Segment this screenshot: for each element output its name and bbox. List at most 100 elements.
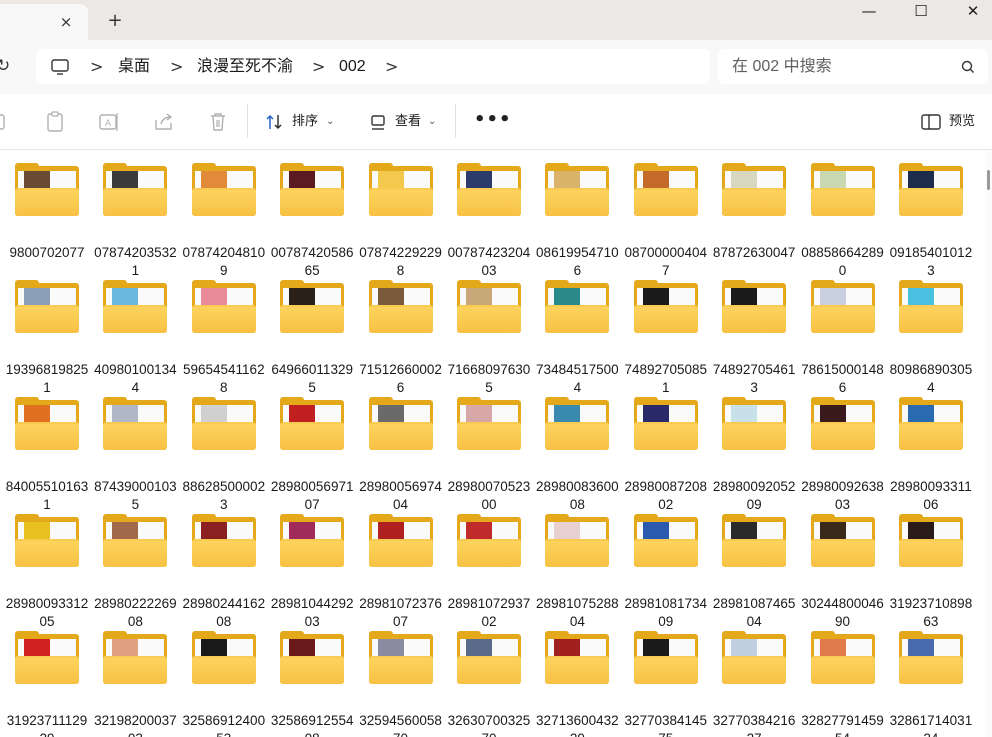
folder-item[interactable]: 2898008360008 (533, 397, 621, 515)
paste-icon[interactable] (44, 110, 66, 134)
folder-item[interactable]: 078742035321 (91, 163, 179, 281)
sort-button[interactable]: 排序 (292, 113, 318, 131)
tab-002[interactable]: × (0, 4, 88, 40)
refresh-icon[interactable]: ↻ (0, 54, 14, 78)
maximize-button[interactable]: ☐ (898, 0, 944, 32)
folder-item[interactable]: 2898009263803 (799, 397, 887, 515)
folder-name: 3258691240053 (182, 713, 266, 737)
folder-item[interactable]: 2898008720802 (622, 397, 710, 515)
folder-item[interactable]: 088586642890 (799, 163, 887, 281)
tab-close-icon[interactable]: × (58, 12, 74, 32)
folder-item[interactable]: 2898108746504 (710, 514, 798, 632)
folder-item[interactable]: 3258691240053 (180, 631, 268, 737)
folder-item[interactable]: 3271360043229 (533, 631, 621, 737)
sort-icon[interactable] (264, 110, 286, 134)
folder-item[interactable]: 748927054613 (710, 280, 798, 398)
new-tab-button[interactable]: + (104, 10, 126, 32)
folder-item[interactable]: 840055101631 (3, 397, 91, 515)
folder-item[interactable]: 0078742058665 (268, 163, 356, 281)
folder-icon (898, 280, 963, 335)
folder-item[interactable]: 078742292298 (357, 163, 445, 281)
folder-item[interactable]: 3192371089863 (887, 514, 975, 632)
search-box[interactable] (718, 49, 988, 84)
folder-name: 3192371112929 (6, 713, 88, 737)
view-button[interactable]: 查看 (395, 113, 421, 131)
folder-item[interactable]: 2898007052300 (445, 397, 533, 515)
folder-item[interactable]: 2898005697404 (357, 397, 445, 515)
folder-item[interactable]: 2898107237607 (357, 514, 445, 632)
folder-item[interactable]: 874390001035 (91, 397, 179, 515)
folder-item[interactable]: 2898005697107 (268, 397, 356, 515)
folder-item[interactable]: 2898022226908 (91, 514, 179, 632)
preview-pane-icon[interactable] (921, 110, 941, 134)
folder-name: 2898107293702 (447, 596, 531, 629)
folder-item[interactable]: 3277038421627 (710, 631, 798, 737)
folder-item[interactable]: 091854010123 (887, 163, 975, 281)
breadcrumb-separator-icon[interactable]: > (170, 57, 183, 77)
folder-item[interactable]: 786150001486 (799, 280, 887, 398)
folder-item[interactable]: 87872630047 (710, 163, 798, 281)
delete-icon[interactable] (207, 110, 229, 134)
minimize-button[interactable]: — (846, 0, 892, 32)
folder-item[interactable]: 086199547106 (533, 163, 621, 281)
folder-name: 874390001035 (94, 479, 177, 512)
folder-name: 9800702077 (9, 245, 85, 260)
address-bar[interactable]: > 桌面 > 浪漫至死不渝 > 002 > (36, 49, 710, 84)
folder-item[interactable]: 596545411628 (180, 280, 268, 398)
folder-item[interactable]: 409801001344 (91, 280, 179, 398)
more-options-button[interactable]: ••• (474, 108, 512, 132)
folder-item[interactable]: 3259456005870 (357, 631, 445, 737)
folder-item[interactable]: 886285000023 (180, 397, 268, 515)
folder-item[interactable]: 748927050851 (622, 280, 710, 398)
search-icon[interactable] (960, 59, 976, 75)
folder-item[interactable]: 2898107293702 (445, 514, 533, 632)
share-icon[interactable] (152, 110, 176, 134)
close-window-button[interactable]: ✕ (950, 0, 992, 32)
breadcrumb-separator-icon[interactable]: > (312, 57, 325, 77)
rename-icon[interactable]: A (97, 110, 121, 134)
computer-icon[interactable] (50, 57, 70, 77)
folder-item[interactable]: 2898009205209 (710, 397, 798, 515)
preview-button[interactable]: 预览 (949, 113, 975, 131)
folder-item[interactable]: 2898024416208 (180, 514, 268, 632)
folder-item[interactable]: 3277038414575 (622, 631, 710, 737)
breadcrumb-separator-icon[interactable]: > (385, 57, 398, 77)
folder-item[interactable]: 3024480004690 (799, 514, 887, 632)
folder-item[interactable]: 2898009331106 (887, 397, 975, 515)
folder-item[interactable]: 2898108173409 (622, 514, 710, 632)
folder-item[interactable]: 715126600026 (357, 280, 445, 398)
folder-item[interactable]: 087000004047 (622, 163, 710, 281)
folder-item[interactable]: 3282779145954 (799, 631, 887, 737)
breadcrumb-romance-folder[interactable]: 浪漫至死不渝 (197, 57, 293, 77)
breadcrumb-desktop[interactable]: 桌面 (118, 57, 150, 77)
folder-item[interactable]: 3263070032570 (445, 631, 533, 737)
folder-item[interactable]: 3219820003703 (91, 631, 179, 737)
folder-item[interactable]: 3286171403124 (887, 631, 975, 737)
folder-item[interactable]: 3258691255408 (268, 631, 356, 737)
folder-name: 3024480004690 (801, 596, 884, 629)
folder-item[interactable]: 809868903054 (887, 280, 975, 398)
folder-name: 2898009205209 (712, 479, 796, 512)
folder-item[interactable]: 649660113295 (268, 280, 356, 398)
scrollbar-thumb[interactable] (987, 170, 990, 190)
folder-icon (368, 280, 433, 335)
folder-name: 086199547106 (536, 245, 619, 278)
search-input[interactable] (730, 54, 949, 80)
view-icon[interactable] (369, 110, 389, 134)
breadcrumb-002[interactable]: 002 (339, 57, 366, 77)
folder-item[interactable]: 193968198251 (3, 280, 91, 398)
folder-item[interactable]: 2898009331205 (3, 514, 91, 632)
folder-item[interactable]: 734845175004 (533, 280, 621, 398)
folder-item[interactable]: 3192371112929 (3, 631, 91, 737)
cut-icon[interactable] (0, 110, 10, 134)
sort-chevron-down-icon[interactable]: ⌄ (326, 113, 334, 131)
folder-item[interactable]: 0078742320403 (445, 163, 533, 281)
folder-item[interactable]: 716680976305 (445, 280, 533, 398)
vertical-scrollbar[interactable] (986, 150, 992, 737)
folder-item[interactable]: 2898104429203 (268, 514, 356, 632)
folder-item[interactable]: 9800702077 (3, 163, 91, 281)
breadcrumb-separator-icon[interactable]: > (90, 57, 103, 77)
view-chevron-down-icon[interactable]: ⌄ (428, 113, 436, 131)
folder-item[interactable]: 2898107528804 (533, 514, 621, 632)
folder-item[interactable]: 078742048109 (180, 163, 268, 281)
